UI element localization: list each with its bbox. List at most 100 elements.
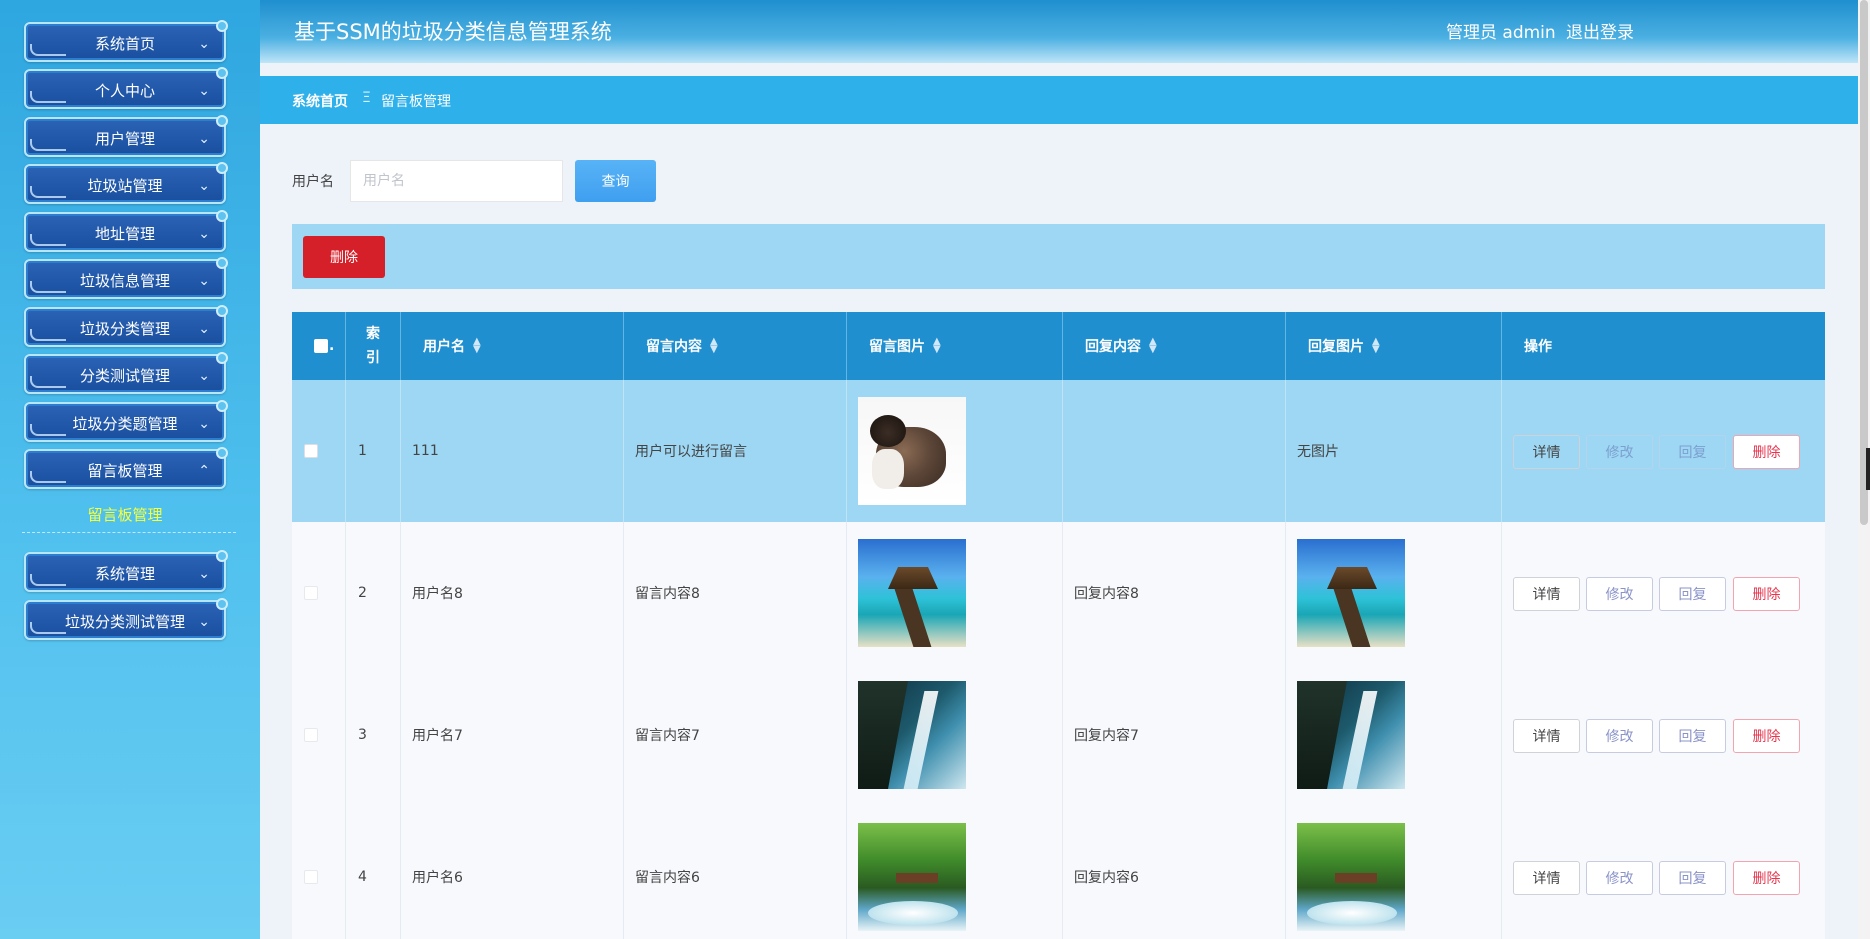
scrollbar-thumb[interactable] xyxy=(1860,0,1868,525)
row-content: 留言内容8 xyxy=(624,522,847,664)
row-reply-image-cell xyxy=(1286,664,1502,806)
breadcrumb-separator-icon: Ξ xyxy=(362,90,371,106)
action-bar: 删除 xyxy=(292,224,1825,289)
ornament-dot-icon xyxy=(216,400,228,412)
sidebar-item-waste-info[interactable]: 垃圾信息管理 ⌄ xyxy=(24,257,228,299)
select-all-checkbox[interactable]: . xyxy=(292,312,346,380)
column-reply[interactable]: 回复内容 ▲ ▼ xyxy=(1063,312,1286,380)
row-content: 留言内容7 xyxy=(624,664,847,806)
forest-stream-image[interactable] xyxy=(1297,823,1405,931)
sidebar-item-label: 分类测试管理 xyxy=(79,367,170,385)
sidebar-item-label: 用户管理 xyxy=(94,130,155,148)
username-search-input[interactable] xyxy=(350,160,563,202)
sidebar-item-system[interactable]: 系统管理 ⌄ xyxy=(24,550,228,592)
table-row[interactable]: 2 用户名8 留言内容8 回复内容8 详情 修改 回复 删除 xyxy=(292,522,1825,664)
row-content: 用户可以进行留言 xyxy=(624,380,847,522)
row-reply xyxy=(1063,380,1286,522)
top-header: 基于SSM的垃圾分类信息管理系统 管理员 admin 退出登录 xyxy=(260,0,1858,63)
sidebar-item-address[interactable]: 地址管理 ⌄ xyxy=(24,210,228,252)
logout-link[interactable]: 退出登录 xyxy=(1566,18,1634,43)
sidebar-item-users[interactable]: 用户管理 ⌄ xyxy=(24,115,228,157)
sidebar-item-label: 地址管理 xyxy=(94,225,155,243)
edit-button[interactable]: 修改 xyxy=(1586,719,1653,753)
ornament-dot-icon xyxy=(216,115,228,127)
chevron-down-icon: ⌄ xyxy=(198,614,210,630)
table-row[interactable]: 3 用户名7 留言内容7 回复内容7 详情 修改 回复 删除 xyxy=(292,664,1825,806)
forest-stream-image[interactable] xyxy=(858,823,966,931)
sidebar-item-waste-category[interactable]: 垃圾分类管理 ⌄ xyxy=(24,305,228,347)
breadcrumb-home[interactable]: 系统首页 xyxy=(292,91,348,111)
sidebar-item-personal[interactable]: 个人中心 ⌄ xyxy=(24,67,228,109)
column-image[interactable]: 留言图片 ▲ ▼ xyxy=(847,312,1063,380)
sidebar-item-label: 留言板管理 xyxy=(87,462,163,480)
scroll-marker xyxy=(1866,448,1870,490)
column-reply-image[interactable]: 回复图片 ▲ ▼ xyxy=(1286,312,1502,380)
sidebar-item-message-board[interactable]: 留言板管理 ⌃ xyxy=(24,447,228,489)
ornament-dot-icon xyxy=(216,550,228,562)
sort-icon: ▲ ▼ xyxy=(1149,336,1157,355)
row-ops: 详情 修改 回复 删除 xyxy=(1502,664,1825,806)
sort-icon: ▲ ▼ xyxy=(1372,336,1380,355)
row-username: 用户名8 xyxy=(401,522,624,664)
ornament-dot-icon xyxy=(216,305,228,317)
delete-button[interactable]: 删除 xyxy=(1733,435,1800,469)
sidebar-item-waste-test[interactable]: 垃圾分类测试管理 ⌄ xyxy=(24,598,228,640)
reply-button[interactable]: 回复 xyxy=(1659,435,1726,469)
delete-button[interactable]: 删除 xyxy=(1733,577,1800,611)
chevron-down-icon: ⌄ xyxy=(198,321,210,337)
table-row[interactable]: 4 用户名6 留言内容6 回复内容6 详情 修改 回复 删除 xyxy=(292,806,1825,939)
row-checkbox[interactable] xyxy=(304,586,318,600)
beach-image[interactable] xyxy=(858,539,966,647)
row-index: 2 xyxy=(346,522,401,664)
row-image-cell xyxy=(847,806,1063,939)
ornament-dot-icon xyxy=(216,162,228,174)
sidebar-item-home[interactable]: 系统首页 ⌄ xyxy=(24,20,228,62)
sidebar-item-label: 垃圾信息管理 xyxy=(79,272,170,290)
detail-button[interactable]: 详情 xyxy=(1513,719,1580,753)
row-checkbox[interactable] xyxy=(304,728,318,742)
edit-button[interactable]: 修改 xyxy=(1586,435,1653,469)
row-checkbox-cell xyxy=(292,664,346,806)
waterfall-image[interactable] xyxy=(858,681,966,789)
page-scrollbar[interactable] xyxy=(1858,0,1870,939)
column-index: 索引 xyxy=(346,312,401,380)
column-content[interactable]: 留言内容 ▲ ▼ xyxy=(624,312,847,380)
bulk-delete-button[interactable]: 删除 xyxy=(303,236,385,278)
delete-button[interactable]: 删除 xyxy=(1733,719,1800,753)
edit-button[interactable]: 修改 xyxy=(1586,861,1653,895)
row-reply-image-cell xyxy=(1286,806,1502,939)
detail-button[interactable]: 详情 xyxy=(1513,577,1580,611)
waterfall-image[interactable] xyxy=(1297,681,1405,789)
chevron-down-icon: ⌄ xyxy=(198,178,210,194)
reply-button[interactable]: 回复 xyxy=(1659,719,1726,753)
chevron-down-icon: ⌄ xyxy=(198,368,210,384)
row-index: 4 xyxy=(346,806,401,939)
sidebar-item-category-test[interactable]: 分类测试管理 ⌄ xyxy=(24,352,228,394)
ornament-dot-icon xyxy=(216,447,228,459)
sidebar-item-label: 垃圾站管理 xyxy=(87,177,163,195)
row-checkbox[interactable] xyxy=(304,870,318,884)
row-checkbox-cell xyxy=(292,806,346,939)
reply-button[interactable]: 回复 xyxy=(1659,861,1726,895)
search-button[interactable]: 查询 xyxy=(575,160,656,202)
delete-button[interactable]: 删除 xyxy=(1733,861,1800,895)
row-checkbox[interactable] xyxy=(304,444,318,458)
reply-button[interactable]: 回复 xyxy=(1659,577,1726,611)
table-row[interactable]: 1 111 用户可以进行留言 无图片 详情 修改 回复 删除 xyxy=(292,380,1825,522)
sidebar-item-label: 垃圾分类题管理 xyxy=(72,415,178,433)
ornament-dot-icon xyxy=(216,67,228,79)
row-username: 用户名6 xyxy=(401,806,624,939)
sidebar-item-question[interactable]: 垃圾分类题管理 ⌄ xyxy=(24,400,228,442)
row-reply-image-text: 无图片 xyxy=(1286,380,1502,522)
detail-button[interactable]: 详情 xyxy=(1513,435,1580,469)
row-index: 3 xyxy=(346,664,401,806)
beach-image[interactable] xyxy=(1297,539,1405,647)
detail-button[interactable]: 详情 xyxy=(1513,861,1580,895)
sidebar-item-stations[interactable]: 垃圾站管理 ⌄ xyxy=(24,162,228,204)
edit-button[interactable]: 修改 xyxy=(1586,577,1653,611)
column-username[interactable]: 用户名 ▲ ▼ xyxy=(401,312,624,380)
chevron-down-icon: ⌄ xyxy=(198,36,210,52)
submenu-item-message-board[interactable]: 留言板管理 xyxy=(24,504,226,525)
cat-image[interactable] xyxy=(858,397,966,505)
row-ops: 详情 修改 回复 删除 xyxy=(1502,380,1825,522)
